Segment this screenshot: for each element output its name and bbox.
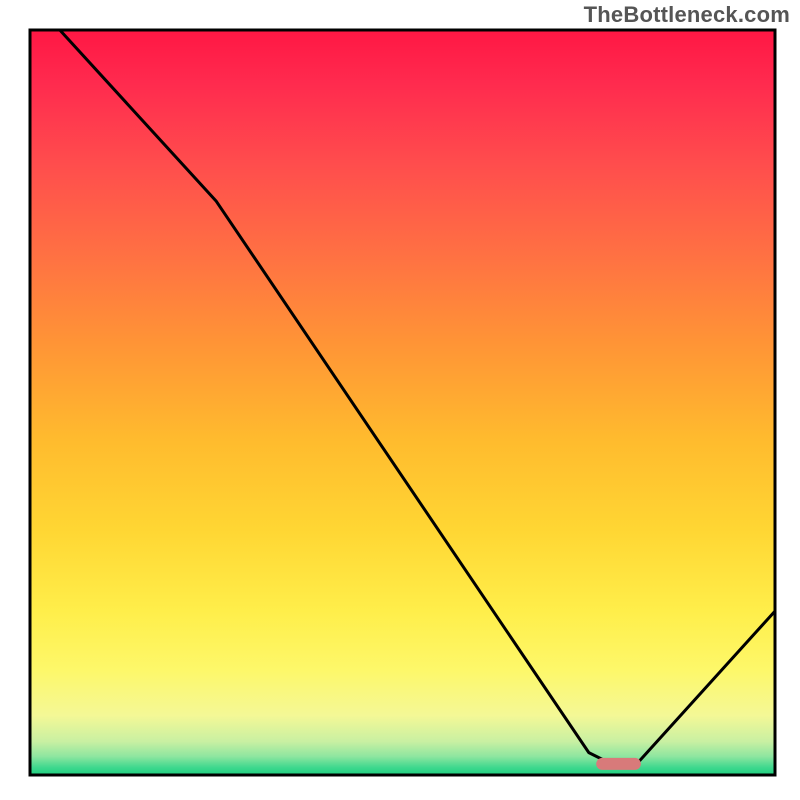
bottleneck-chart	[0, 0, 800, 800]
watermark-text: TheBottleneck.com	[584, 2, 790, 28]
chart-background	[30, 30, 775, 775]
optimal-marker	[596, 758, 641, 770]
